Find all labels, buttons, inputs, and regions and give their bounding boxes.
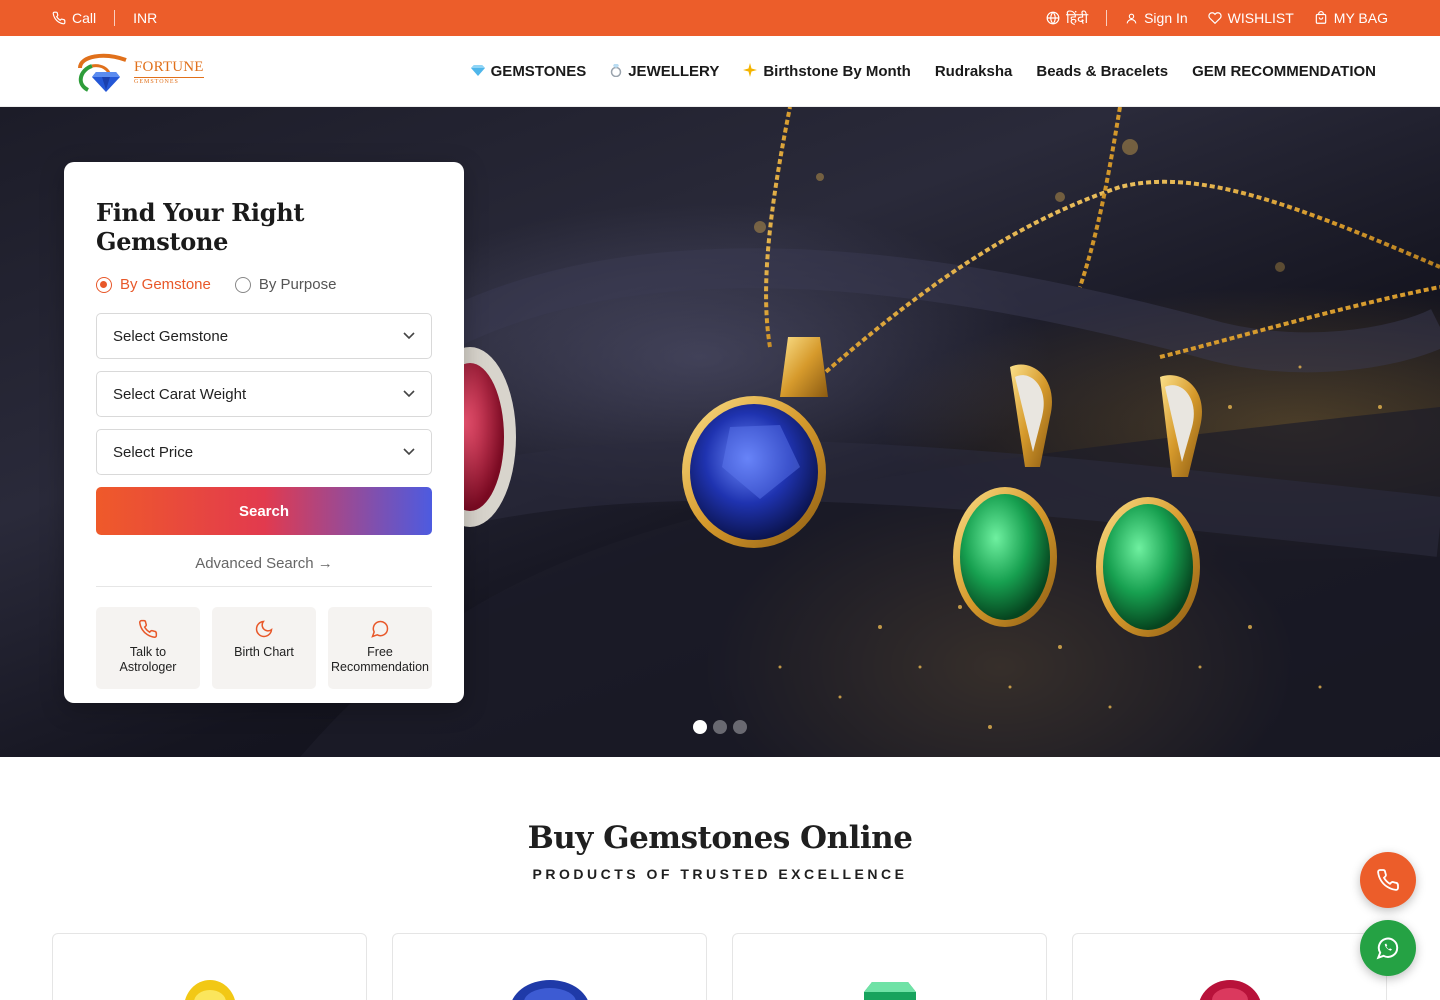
logo[interactable]: FORTUNE GEMSTONES [74, 46, 204, 98]
chevron-down-icon [403, 390, 415, 398]
quick-label: Talk to Astrologer [119, 645, 177, 674]
arrow-right-icon: → [317, 555, 333, 572]
finder-title: Find Your Right Gemstone [96, 198, 305, 256]
quick-label: Free Recommendation [331, 645, 429, 674]
currency-label: INR [133, 10, 158, 26]
whatsapp-icon [1376, 937, 1399, 960]
chat-icon [371, 620, 389, 638]
nav-label: Beads & Bracelets [1036, 62, 1169, 80]
bag-label: MY BAG [1333, 10, 1388, 26]
floating-call-button[interactable] [1360, 852, 1416, 908]
call-label: Call [72, 10, 97, 26]
main-header: FORTUNE GEMSTONES GEMSTONES JEWELLERY Bi… [0, 36, 1440, 107]
bag-icon [1314, 11, 1328, 25]
talk-to-astrologer-button[interactable]: Talk to Astrologer [96, 607, 200, 689]
product-card[interactable] [732, 933, 1047, 1000]
currency-selector[interactable]: INR [133, 10, 157, 26]
hero-banner[interactable]: Find Your Right Gemstone By Gemstone By … [0, 107, 1440, 757]
top-bar: Call INR हिंदी Sign In WISHLIST MY BAG [0, 0, 1440, 36]
sign-in-label: Sign In [1144, 10, 1188, 26]
moon-icon [255, 620, 273, 638]
logo-sub: GEMSTONES [134, 76, 204, 85]
advanced-search-link[interactable]: Advanced Search → [96, 555, 432, 572]
sparkle-icon [743, 62, 758, 80]
nav-label: Birthstone By Month [763, 62, 911, 80]
nav-birthstone[interactable]: Birthstone By Month [743, 62, 911, 80]
nav-gem-recommendation[interactable]: GEM RECOMMENDATION [1192, 63, 1376, 80]
nav-label: GEM RECOMMENDATION [1192, 62, 1376, 80]
product-grid [52, 933, 1387, 1000]
divider [96, 586, 432, 587]
floating-whatsapp-button[interactable] [1360, 920, 1416, 976]
select-price-value: Select Price [113, 443, 194, 461]
carousel-dot[interactable] [713, 720, 727, 734]
select-gemstone-value: Select Gemstone [113, 327, 229, 345]
advanced-search-label: Advanced Search [195, 555, 314, 572]
nav-label: Rudraksha [934, 62, 1013, 80]
language-switch[interactable]: हिंदी [1046, 9, 1088, 28]
blue-sapphire-image [511, 980, 588, 1000]
quick-label: Birth Chart [234, 645, 294, 659]
free-recommendation-button[interactable]: Free Recommendation [328, 607, 432, 689]
logo-brand: FORTUNE [134, 58, 204, 75]
globe-icon [1046, 11, 1060, 25]
select-gemstone[interactable]: Select Gemstone [96, 313, 432, 359]
product-card[interactable] [1072, 933, 1387, 1000]
birth-chart-button[interactable]: Birth Chart [212, 607, 316, 689]
search-button[interactable]: Search [96, 487, 432, 535]
main-nav: GEMSTONES JEWELLERY Birthstone By Month … [470, 36, 1376, 106]
chevron-down-icon [403, 332, 415, 340]
radio-empty-icon [234, 276, 251, 293]
nav-jewellery[interactable]: JEWELLERY [610, 63, 719, 80]
diamond-icon [470, 64, 485, 79]
radio-by-gemstone[interactable]: By Gemstone [96, 276, 211, 293]
phone-icon [139, 619, 158, 638]
phone-icon [52, 11, 66, 25]
product-card[interactable] [52, 933, 367, 1000]
logo-mark [74, 50, 130, 94]
phone-icon [1377, 869, 1399, 891]
nav-label: GEMSTONES [490, 62, 587, 80]
nav-beads-bracelets[interactable]: Beads & Bracelets [1036, 63, 1168, 80]
select-carat-weight[interactable]: Select Carat Weight [96, 371, 432, 417]
chevron-down-icon [403, 448, 415, 456]
select-price[interactable]: Select Price [96, 429, 432, 475]
ruby-image [1199, 980, 1260, 1000]
language-label: हिंदी [1065, 9, 1089, 26]
radio-label: By Purpose [258, 276, 337, 293]
wishlist-link[interactable]: WISHLIST [1208, 10, 1294, 26]
carousel-dot[interactable] [733, 720, 747, 734]
product-card[interactable] [392, 933, 707, 1000]
bag-link[interactable]: MY BAG [1314, 10, 1388, 26]
yellow-sapphire-image [184, 980, 235, 1000]
user-icon [1125, 12, 1138, 25]
sign-in-link[interactable]: Sign In [1125, 10, 1188, 26]
radio-selected-icon [96, 276, 112, 293]
nav-rudraksha[interactable]: Rudraksha [935, 63, 1013, 80]
nav-gemstones[interactable]: GEMSTONES [470, 62, 587, 80]
nav-label: JEWELLERY [628, 62, 720, 80]
section-title: Buy Gemstones Online [527, 820, 913, 856]
call-link[interactable]: Call [52, 10, 96, 26]
emerald-image [863, 982, 916, 1000]
heart-icon [1208, 11, 1222, 25]
section-subtitle: PRODUCTS OF TRUSTED EXCELLENCE [532, 866, 908, 882]
select-carat-value: Select Carat Weight [113, 385, 247, 403]
gemstone-finder-card: Find Your Right Gemstone By Gemstone By … [64, 162, 464, 703]
divider [114, 10, 116, 26]
ring-icon [610, 63, 622, 80]
divider [1106, 10, 1108, 26]
wishlist-label: WISHLIST [1227, 10, 1294, 26]
quick-actions: Talk to Astrologer Birth Chart Free Reco… [96, 607, 432, 689]
carousel-dot[interactable] [693, 720, 707, 734]
carousel-dots [693, 720, 747, 734]
radio-label: By Gemstone [120, 276, 211, 293]
search-mode-radios: By Gemstone By Purpose [96, 276, 432, 293]
radio-by-purpose[interactable]: By Purpose [234, 276, 337, 293]
